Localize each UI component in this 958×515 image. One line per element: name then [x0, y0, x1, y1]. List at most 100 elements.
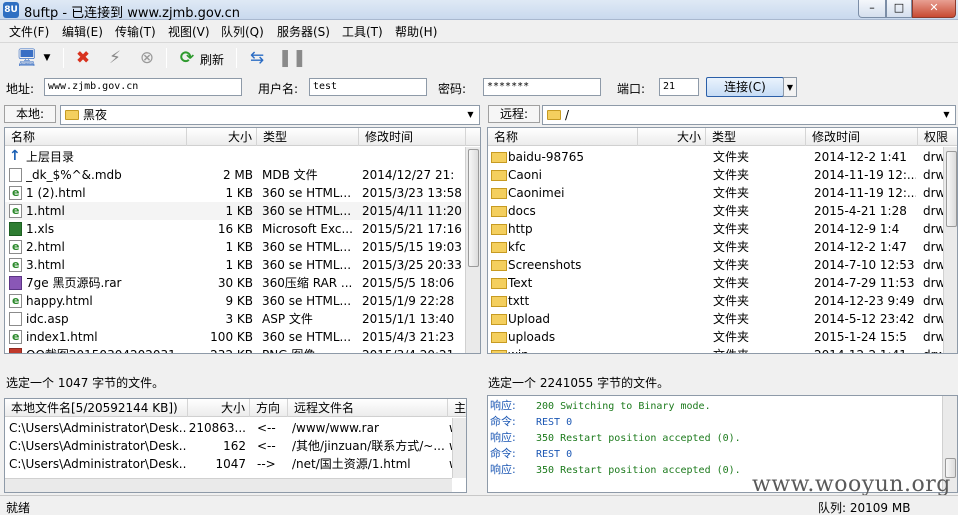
menu-edit[interactable]: 编辑(E): [62, 23, 103, 40]
list-item[interactable]: 1 (2).html 1 KB 360 se HTML... 2015/3/23 13…: [5, 184, 465, 202]
table-row[interactable]: C:\Users\Administrator\Desk... 162 <-- /其他/…: [5, 437, 466, 455]
file-mtime: 2015/1/1 13:40: [362, 312, 455, 326]
disconnect-icon[interactable]: ✖: [72, 47, 94, 69]
file-mtime: 2015/1/9 22:28: [362, 294, 455, 308]
chevron-down-icon[interactable]: ▼: [939, 107, 954, 123]
scrollbar-thumb[interactable]: [946, 151, 957, 227]
file-mtime: 2014-7-10 12:53: [814, 258, 915, 272]
menu-transfer[interactable]: 传输(T): [115, 23, 156, 40]
log-type: 响应:: [490, 431, 516, 444]
table-row[interactable]: C:\Users\Administrator\Desk... 1047 --> /ne…: [5, 455, 466, 473]
col-type[interactable]: 类型: [257, 128, 359, 146]
site-manager-icon[interactable]: 🖥: [16, 47, 38, 69]
menu-queue[interactable]: 队列(Q): [221, 23, 264, 40]
list-item[interactable]: ↑ 上层目录: [5, 148, 465, 166]
file-icon: [9, 256, 22, 274]
transfer-queue-list[interactable]: 本地文件名[5/20592144 KB]) 大小 方向 远程文件名 主 C:\U…: [4, 398, 467, 493]
col-size[interactable]: 大小: [187, 128, 257, 146]
password-input[interactable]: *******: [483, 78, 601, 96]
file-type: 360 se HTML...: [262, 330, 352, 344]
transfer-icon[interactable]: ⇆: [246, 47, 268, 69]
col-mtime[interactable]: 修改时间: [359, 128, 466, 146]
col-size[interactable]: 大小: [638, 128, 706, 146]
list-item[interactable]: 1.xls 16 KB Microsoft Exc... 2015/5/21 17:1…: [5, 220, 465, 238]
list-item[interactable]: Caonimei 文件夹 2014-11-19 12:... drw: [488, 184, 943, 202]
list-item[interactable]: 1.html 1 KB 360 se HTML... 2015/4/11 11:20: [5, 202, 465, 220]
refresh-button[interactable]: 刷新: [200, 51, 224, 68]
list-item[interactable]: 7ge 黑页源码.rar 30 KB 360压缩 RAR ... 2015/5/5 1…: [5, 274, 465, 292]
menu-view[interactable]: 视图(V): [168, 23, 210, 40]
refresh-icon[interactable]: ⟳: [176, 47, 198, 69]
col-name[interactable]: 名称: [488, 128, 638, 146]
list-item[interactable]: 2.html 1 KB 360 se HTML... 2015/5/15 19:03: [5, 238, 465, 256]
list-item[interactable]: uploads 文件夹 2015-1-24 15:5 drw: [488, 328, 943, 346]
list-item[interactable]: Caoni 文件夹 2014-11-19 12:... drw: [488, 166, 943, 184]
connect-dropdown-icon[interactable]: ▼: [783, 77, 797, 97]
col-remote-filename[interactable]: 远程文件名: [288, 399, 448, 417]
folder-icon: [491, 152, 507, 163]
address-input[interactable]: www.zjmb.gov.cn: [44, 78, 242, 96]
col-mtime[interactable]: 修改时间: [806, 128, 918, 146]
menu-server[interactable]: 服务器(S): [277, 23, 330, 40]
list-item[interactable]: 3.html 1 KB 360 se HTML... 2015/3/25 20:33: [5, 256, 465, 274]
remote-path-combo[interactable]: / ▼: [542, 105, 956, 125]
username-input[interactable]: test: [309, 78, 427, 96]
list-item[interactable]: happy.html 9 KB 360 se HTML... 2015/1/9 22:…: [5, 292, 465, 310]
table-row[interactable]: C:\Users\Administrator\Desk... 210863... <…: [5, 419, 466, 437]
file-size: 2 MB: [222, 168, 253, 182]
list-item[interactable]: txtt 文件夹 2014-12-23 9:49 drw: [488, 292, 943, 310]
scrollbar-thumb[interactable]: [468, 149, 479, 267]
col-local-filename[interactable]: 本地文件名[5/20592144 KB]): [5, 399, 188, 417]
folder-icon: [491, 350, 507, 353]
queue-vscrollbar[interactable]: [452, 418, 466, 478]
file-name: Upload: [508, 312, 551, 326]
close-button[interactable]: ✕: [912, 0, 956, 18]
menu-file[interactable]: 文件(F): [9, 23, 49, 40]
log-type: 响应:: [490, 463, 516, 476]
stop-icon[interactable]: ⊗: [136, 47, 158, 69]
log-type: 命令:: [490, 447, 516, 460]
queue-hscrollbar[interactable]: [5, 478, 452, 492]
list-item[interactable]: Text 文件夹 2014-7-29 11:53 drw: [488, 274, 943, 292]
col-permission[interactable]: 权限: [918, 128, 957, 146]
menu-tools[interactable]: 工具(T): [342, 23, 383, 40]
remote-file-list[interactable]: 名称 大小 类型 修改时间 权限 baidu-98765 文件夹 2014-12-2…: [487, 127, 958, 354]
minimize-button[interactable]: –: [858, 0, 886, 18]
status-text: 就绪: [6, 501, 31, 515]
maximize-button[interactable]: □: [886, 0, 912, 18]
col-name[interactable]: 名称: [5, 128, 187, 146]
menu-help[interactable]: 帮助(H): [395, 23, 437, 40]
lightning-icon[interactable]: ⚡: [104, 47, 126, 69]
remote-scrollbar[interactable]: [943, 147, 957, 353]
local-file-list[interactable]: 名称 大小 类型 修改时间 ↑ 上层目录 _dk_$%^&.mdb 2 MB MDB 文…: [4, 127, 481, 354]
list-item[interactable]: Upload 文件夹 2014-5-12 23:42 drw: [488, 310, 943, 328]
folder-icon: [491, 206, 507, 217]
col-size[interactable]: 大小: [188, 399, 250, 417]
list-item[interactable]: QQ截图20150304202031...232 KB PNG 图像 2015/3/…: [5, 346, 465, 353]
col-type[interactable]: 类型: [706, 128, 806, 146]
list-item[interactable]: idc.asp 3 KB ASP 文件 2015/1/1 13:40: [5, 310, 465, 328]
list-item[interactable]: docs 文件夹 2015-4-21 1:28 drw: [488, 202, 943, 220]
file-size: 232 KB: [187, 346, 253, 353]
local-path-combo[interactable]: 黑夜 ▼: [60, 105, 480, 125]
list-item[interactable]: kfc 文件夹 2014-12-2 1:47 drw: [488, 238, 943, 256]
list-item[interactable]: _dk_$%^&.mdb 2 MB MDB 文件 2014/12/27 21:: [5, 166, 465, 184]
list-item[interactable]: Screenshots 文件夹 2014-7-10 12:53 drw: [488, 256, 943, 274]
pause-icon[interactable]: ❚❚: [278, 47, 307, 69]
connect-button[interactable]: 连接(C): [706, 77, 784, 97]
file-name: Caonimei: [508, 186, 565, 200]
list-item[interactable]: win 文件夹 2014-12-2 1:41 drw: [488, 346, 943, 353]
file-mtime: 2014-12-9 1:4: [814, 222, 900, 236]
chevron-down-icon[interactable]: ▼: [463, 107, 478, 123]
site-manager-dropdown-icon[interactable]: ▼: [40, 47, 54, 69]
list-item[interactable]: http 文件夹 2014-12-9 1:4 drw: [488, 220, 943, 238]
list-item[interactable]: index1.html 100 KB 360 se HTML... 2015/4/3 …: [5, 328, 465, 346]
port-input[interactable]: 21: [659, 78, 699, 96]
file-permission: drw: [923, 222, 943, 236]
local-scrollbar[interactable]: [465, 147, 480, 353]
file-icon: [9, 292, 22, 310]
col-host[interactable]: 主: [448, 399, 466, 417]
col-direction[interactable]: 方向: [250, 399, 288, 417]
list-item[interactable]: baidu-98765 文件夹 2014-12-2 1:41 drw: [488, 148, 943, 166]
file-permission: drw: [923, 312, 943, 326]
